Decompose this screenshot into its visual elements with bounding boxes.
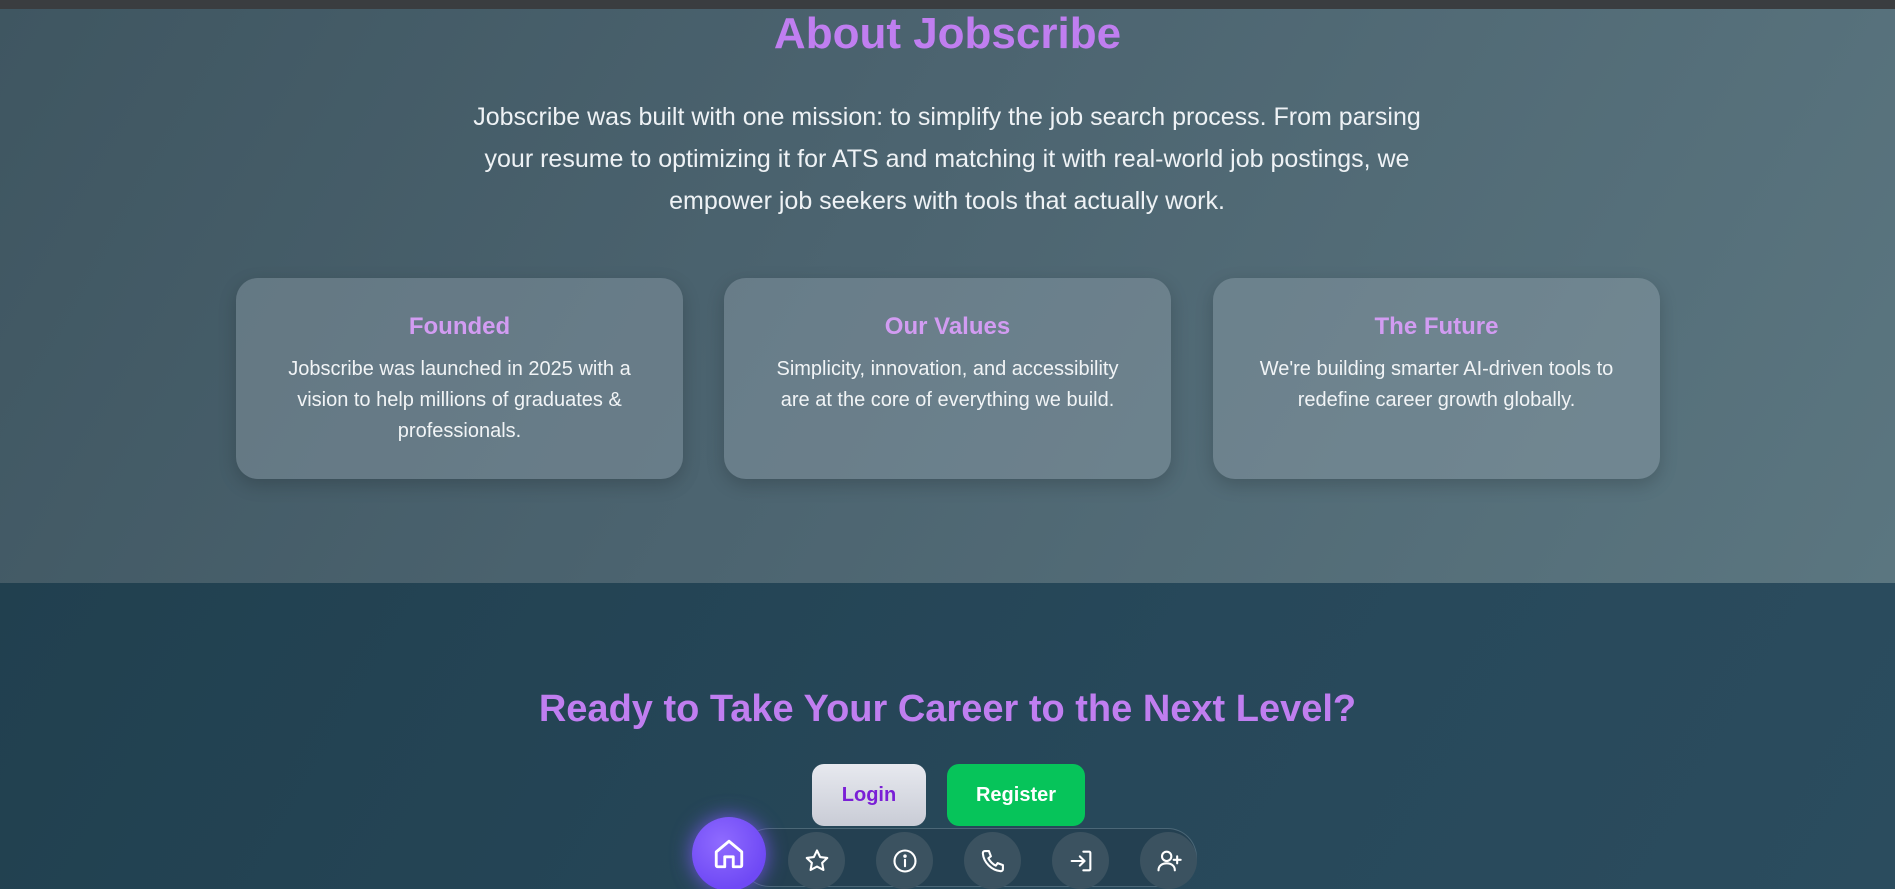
about-section: About Jobscribe Jobscribe was built with… bbox=[0, 9, 1895, 583]
phone-icon bbox=[981, 849, 1004, 872]
dock-phone-button[interactable] bbox=[964, 832, 1021, 889]
browser-top-strip bbox=[0, 0, 1895, 9]
dock-home-button[interactable] bbox=[692, 817, 766, 889]
dock-info-button[interactable] bbox=[876, 832, 933, 889]
dock-login-button[interactable] bbox=[1052, 832, 1109, 889]
star-icon bbox=[805, 848, 828, 871]
card-text: Jobscribe was launched in 2025 with a vi… bbox=[288, 358, 631, 442]
login-button[interactable]: Login bbox=[812, 764, 926, 826]
dock-star-button[interactable] bbox=[788, 832, 845, 889]
home-icon bbox=[714, 839, 744, 869]
login-icon bbox=[1070, 850, 1091, 871]
about-description: Jobscribe was built with one mission: to… bbox=[473, 103, 1421, 215]
info-icon bbox=[892, 848, 917, 873]
card-founded: Founded Jobscribe was launched in 2025 w… bbox=[236, 278, 683, 479]
card-text: Simplicity, innovation, and accessibilit… bbox=[776, 358, 1119, 411]
card-text: We're building smarter AI-driven tools t… bbox=[1259, 358, 1614, 411]
card-title: Founded bbox=[408, 313, 511, 340]
register-button[interactable]: Register bbox=[947, 764, 1085, 826]
card-title: Our Values bbox=[884, 313, 1011, 340]
about-title: About Jobscribe bbox=[773, 9, 1122, 58]
cta-title: Ready to Take Your Career to the Next Le… bbox=[538, 688, 1357, 730]
card-title: The Future bbox=[1374, 313, 1499, 340]
card-our-values: Our Values Simplicity, innovation, and a… bbox=[724, 278, 1171, 479]
card-the-future: The Future We're building smarter AI-dri… bbox=[1213, 278, 1660, 479]
user-plus-icon bbox=[1156, 850, 1182, 871]
dock-register-button[interactable] bbox=[1140, 832, 1197, 889]
